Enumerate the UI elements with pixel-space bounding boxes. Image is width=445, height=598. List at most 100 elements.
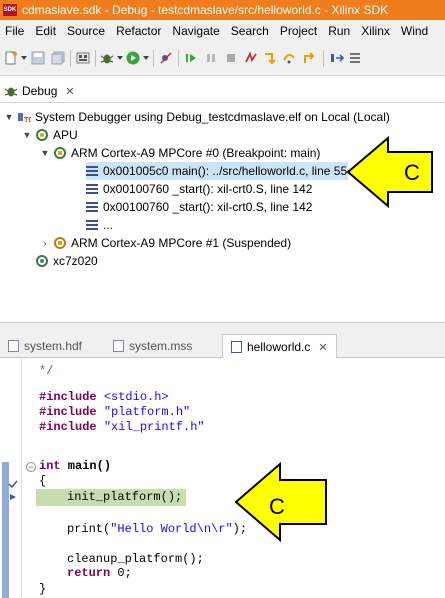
- stack-frame-icon: [86, 220, 98, 230]
- tree-row-frame[interactable]: 0x00100760 _start(): xil-crt0.S, line 14…: [86, 180, 312, 198]
- code-include-line: #include <stdio.h>: [39, 390, 169, 405]
- tree-row-frame[interactable]: ...: [86, 216, 113, 234]
- function-name: main(): [60, 459, 112, 473]
- debug-tab[interactable]: Debug ✕: [4, 80, 75, 102]
- expand-chevron-icon[interactable]: ›: [40, 238, 50, 248]
- step-over-icon[interactable]: [282, 51, 296, 65]
- drop-to-frame-icon[interactable]: [348, 51, 362, 65]
- run-icon[interactable]: [126, 51, 140, 65]
- sdk-app-icon: SDK: [3, 4, 17, 16]
- menu-project[interactable]: Project: [280, 24, 317, 38]
- tree-row-core1[interactable]: › ARM Cortex-A9 MPCore #1 (Suspended): [40, 234, 292, 252]
- tree-row-frame[interactable]: 0x00100760 _start(): xil-crt0.S, line 14…: [86, 198, 312, 216]
- terminate-icon[interactable]: [224, 51, 238, 65]
- c-file-icon: [231, 341, 242, 353]
- debug-dropdown-icon[interactable]: [117, 56, 123, 60]
- stack-frame-icon: [86, 166, 98, 176]
- keyword: return: [67, 566, 111, 580]
- frame-label: 0x001005c0 main(): ../src/helloworld.c, …: [103, 164, 348, 178]
- code-close-brace: }: [39, 582, 46, 597]
- suspended-thread-icon: [54, 147, 66, 159]
- divider: [0, 102, 445, 103]
- tab-system-hdf[interactable]: system.hdf: [8, 334, 82, 358]
- tree-row-session[interactable]: ▼ TCF System Debugger using Debug_testcd…: [4, 108, 390, 126]
- function-call: print(: [67, 522, 111, 536]
- step-return-icon[interactable]: [302, 51, 316, 65]
- code-include-line: #include "platform.h": [39, 405, 190, 420]
- resume-icon[interactable]: [184, 51, 198, 65]
- tree-row-frame-main[interactable]: 0x001005c0 main(): ../src/helloworld.c, …: [86, 162, 348, 180]
- code-main-signature: int main(): [39, 459, 111, 474]
- tab-label: system.mss: [129, 339, 193, 353]
- save-all-icon[interactable]: [51, 51, 65, 65]
- code-init-platform: init_platform();: [67, 490, 182, 505]
- stack-frame-icon: [86, 184, 98, 194]
- callout-c-arrow-top: C: [346, 136, 433, 208]
- tab-system-mss[interactable]: system.mss: [113, 334, 192, 358]
- code-include-line: #include "xil_printf.h": [39, 420, 205, 435]
- return-value: 0;: [110, 566, 132, 580]
- menu-file[interactable]: File: [5, 24, 24, 38]
- code-cleanup: cleanup_platform();: [67, 552, 204, 567]
- brace: }: [39, 582, 47, 596]
- title-bar: SDK cdmaslave.sdk - Debug - testcdmaslav…: [0, 0, 445, 20]
- tab-close-icon[interactable]: ✕: [318, 341, 327, 354]
- tab-label: system.hdf: [24, 339, 83, 353]
- menu-run[interactable]: Run: [328, 24, 350, 38]
- core0-label: ARM Cortex-A9 MPCore #0 (Breakpoint: mai…: [71, 146, 321, 160]
- include-file: <stdio.h>: [103, 390, 169, 404]
- menu-window[interactable]: Wind: [401, 24, 428, 38]
- run-dropdown-icon[interactable]: [143, 56, 149, 60]
- brace: {: [39, 474, 47, 488]
- new-dropdown-icon[interactable]: [21, 56, 27, 60]
- core1-label: ARM Cortex-A9 MPCore #1 (Suspended): [71, 236, 292, 250]
- menu-source[interactable]: Source: [67, 24, 105, 38]
- hdf-file-icon: [8, 340, 19, 352]
- save-icon[interactable]: [31, 51, 45, 65]
- menu-navigate[interactable]: Navigate: [172, 24, 219, 38]
- toolbar-separator: [70, 50, 71, 67]
- debug-view: Debug ✕ ▼ TCF System Debugger using Debu…: [0, 76, 445, 322]
- step-into-icon[interactable]: [263, 51, 277, 65]
- string-literal: "Hello World\n\r": [110, 522, 233, 536]
- collapse-chevron-icon[interactable]: ▼: [22, 130, 32, 140]
- build-icon[interactable]: [76, 51, 90, 65]
- suspended-core-icon: [54, 237, 66, 249]
- new-file-icon[interactable]: [4, 51, 18, 65]
- menu-search[interactable]: Search: [231, 24, 269, 38]
- menu-xilinx[interactable]: Xilinx: [361, 24, 390, 38]
- include-directive: #include: [39, 390, 97, 404]
- suspend-icon[interactable]: [204, 51, 218, 65]
- code-editor[interactable]: */ #include <stdio.h> #include "platform…: [0, 358, 445, 598]
- toolbar-separator: [178, 50, 179, 67]
- callout-c-arrow-bottom: C: [234, 462, 327, 542]
- tree-row-apu[interactable]: ▼ APU: [22, 126, 78, 144]
- panel-sash[interactable]: [0, 322, 445, 334]
- fold-toggle-icon[interactable]: −: [26, 462, 36, 472]
- tree-row-core0[interactable]: ▼ ARM Cortex-A9 MPCore #0 (Breakpoint: m…: [40, 144, 321, 162]
- menu-refactor[interactable]: Refactor: [116, 24, 161, 38]
- skip-breakpoints-icon[interactable]: [159, 51, 173, 65]
- instruction-pointer-icon: [10, 494, 16, 500]
- statement: cleanup_platform();: [67, 552, 204, 566]
- svg-text:TCF: TCF: [24, 117, 31, 124]
- collapse-chevron-icon[interactable]: ▼: [4, 112, 14, 122]
- debug-tab-close-icon[interactable]: ✕: [65, 85, 74, 98]
- tab-label: helloworld.c: [247, 340, 311, 354]
- instruction-stepping-icon[interactable]: [330, 51, 344, 65]
- callout-c-label: C: [269, 494, 285, 519]
- include-directive: #include: [39, 420, 97, 434]
- menu-edit[interactable]: Edit: [35, 24, 56, 38]
- collapse-chevron-icon[interactable]: ▼: [40, 148, 50, 158]
- stack-frame-icon: [86, 202, 98, 212]
- tab-helloworld-c[interactable]: helloworld.c ✕: [222, 334, 337, 359]
- comment-text: */: [39, 364, 54, 378]
- debug-bug-icon[interactable]: [100, 51, 114, 65]
- device-label: xc7z020: [53, 254, 98, 268]
- toolbar-separator: [323, 50, 324, 67]
- statement: init_platform();: [67, 490, 183, 504]
- disconnect-icon[interactable]: [244, 51, 258, 65]
- toolbar-separator: [153, 50, 154, 67]
- tree-row-device[interactable]: xc7z020: [32, 252, 98, 270]
- mss-file-icon: [113, 340, 124, 352]
